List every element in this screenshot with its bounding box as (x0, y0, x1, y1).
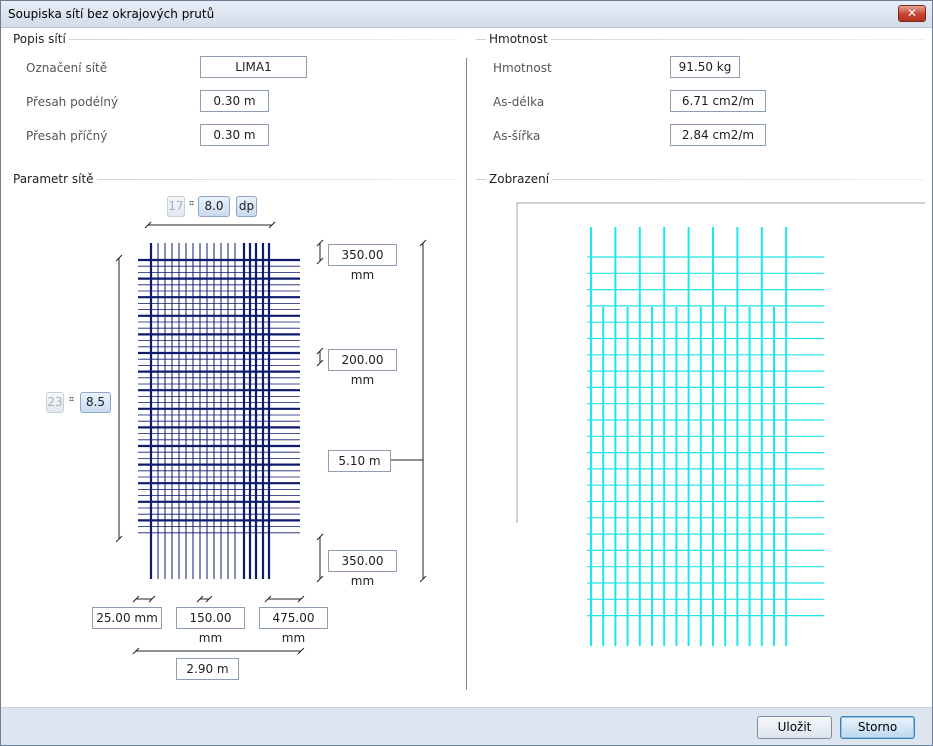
window-title: Soupiska sítí bez okrajových prutů (8, 7, 215, 21)
preview-mesh-drawing (587, 227, 824, 646)
mesh-drawing-canvas (115, 202, 925, 697)
dialog-footer: Uložit Storno (1, 707, 932, 745)
parameter-mesh-drawing (138, 243, 300, 579)
dimension-lines (115, 221, 427, 655)
dialog-client-area: Popis sítí Označení sítě LIMA1 Přesah po… (1, 29, 932, 707)
cancel-button[interactable]: Storno (840, 716, 915, 739)
title-bar[interactable]: Soupiska sítí bez okrajových prutů ✕ (1, 1, 932, 28)
save-button[interactable]: Uložit (757, 716, 832, 739)
dialog-window: Soupiska sítí bez okrajových prutů ✕ Pop… (0, 0, 933, 746)
close-button[interactable]: ✕ (898, 5, 926, 22)
preview-frame (517, 203, 925, 697)
